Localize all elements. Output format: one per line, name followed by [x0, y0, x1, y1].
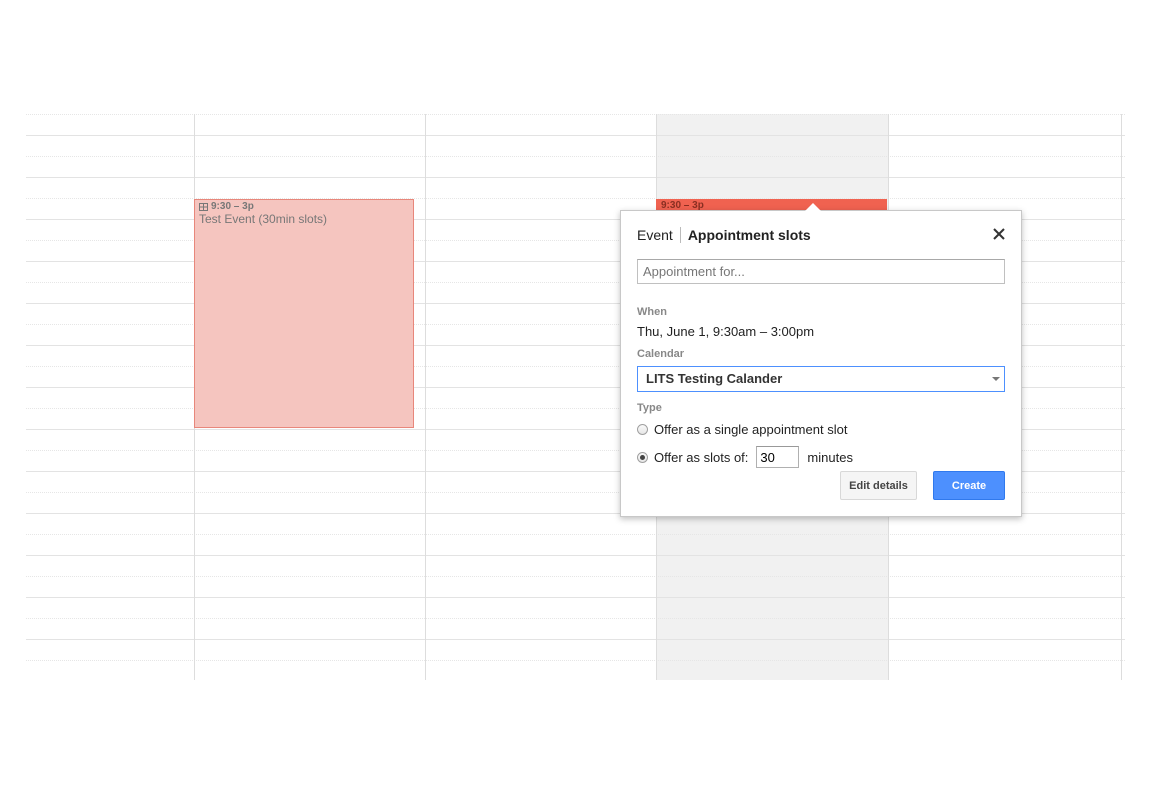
popup-tabs: Event Appointment slots [637, 227, 811, 243]
option-multiple-slots[interactable]: Offer as slots of: minutes [637, 446, 853, 468]
grid-row-line [26, 660, 1125, 661]
grid-row-line [26, 177, 1125, 178]
tab-appointment-slots[interactable]: Appointment slots [688, 227, 811, 243]
appointment-title-input[interactable] [637, 259, 1005, 284]
edit-details-button[interactable]: Edit details [840, 471, 917, 500]
grid-row-line [26, 135, 1125, 136]
grid-row-line [26, 639, 1125, 640]
chevron-down-icon [992, 377, 1000, 381]
tab-event[interactable]: Event [637, 227, 673, 243]
option-single-label: Offer as a single appointment slot [654, 422, 848, 437]
grid-row-line [26, 576, 1125, 577]
grid-row-line [26, 534, 1125, 535]
event-title: Test Event (30min slots) [199, 212, 328, 226]
create-appointment-popup: Event Appointment slots When Thu, June 1… [620, 203, 1022, 517]
grid-row-line [26, 114, 1125, 115]
grid-row-line [26, 597, 1125, 598]
option-slots-label: Offer as slots of: [654, 449, 749, 465]
grid-row-line [26, 555, 1125, 556]
radio-slots[interactable] [637, 451, 648, 463]
close-icon[interactable] [991, 226, 1007, 242]
radio-single-slot[interactable] [637, 424, 648, 435]
type-label: Type [637, 402, 662, 414]
calendar-select[interactable]: LITS Testing Calander [637, 366, 1005, 392]
calendar-select-value: LITS Testing Calander [646, 371, 783, 386]
calendar-event[interactable]: 9:30 – 3p Test Event (30min slots) [194, 199, 414, 428]
grid-column-line [1121, 114, 1122, 680]
grid-column-line [425, 114, 426, 680]
tab-separator [679, 227, 681, 243]
slot-unit-label: minutes [807, 449, 853, 465]
event-time: 9:30 – 3p [211, 201, 254, 212]
appointment-grid-icon [199, 202, 208, 211]
when-label: When [637, 306, 667, 318]
grid-row-line [26, 198, 1125, 199]
grid-row-line [26, 618, 1125, 619]
create-button[interactable]: Create [933, 471, 1005, 500]
grid-row-line [26, 156, 1125, 157]
option-single-slot[interactable]: Offer as a single appointment slot [637, 422, 847, 437]
calendar-label: Calendar [637, 348, 685, 360]
popup-arrow [805, 203, 821, 211]
when-value: Thu, June 1, 9:30am – 3:00pm [637, 324, 815, 339]
slot-length-input[interactable] [756, 446, 800, 468]
